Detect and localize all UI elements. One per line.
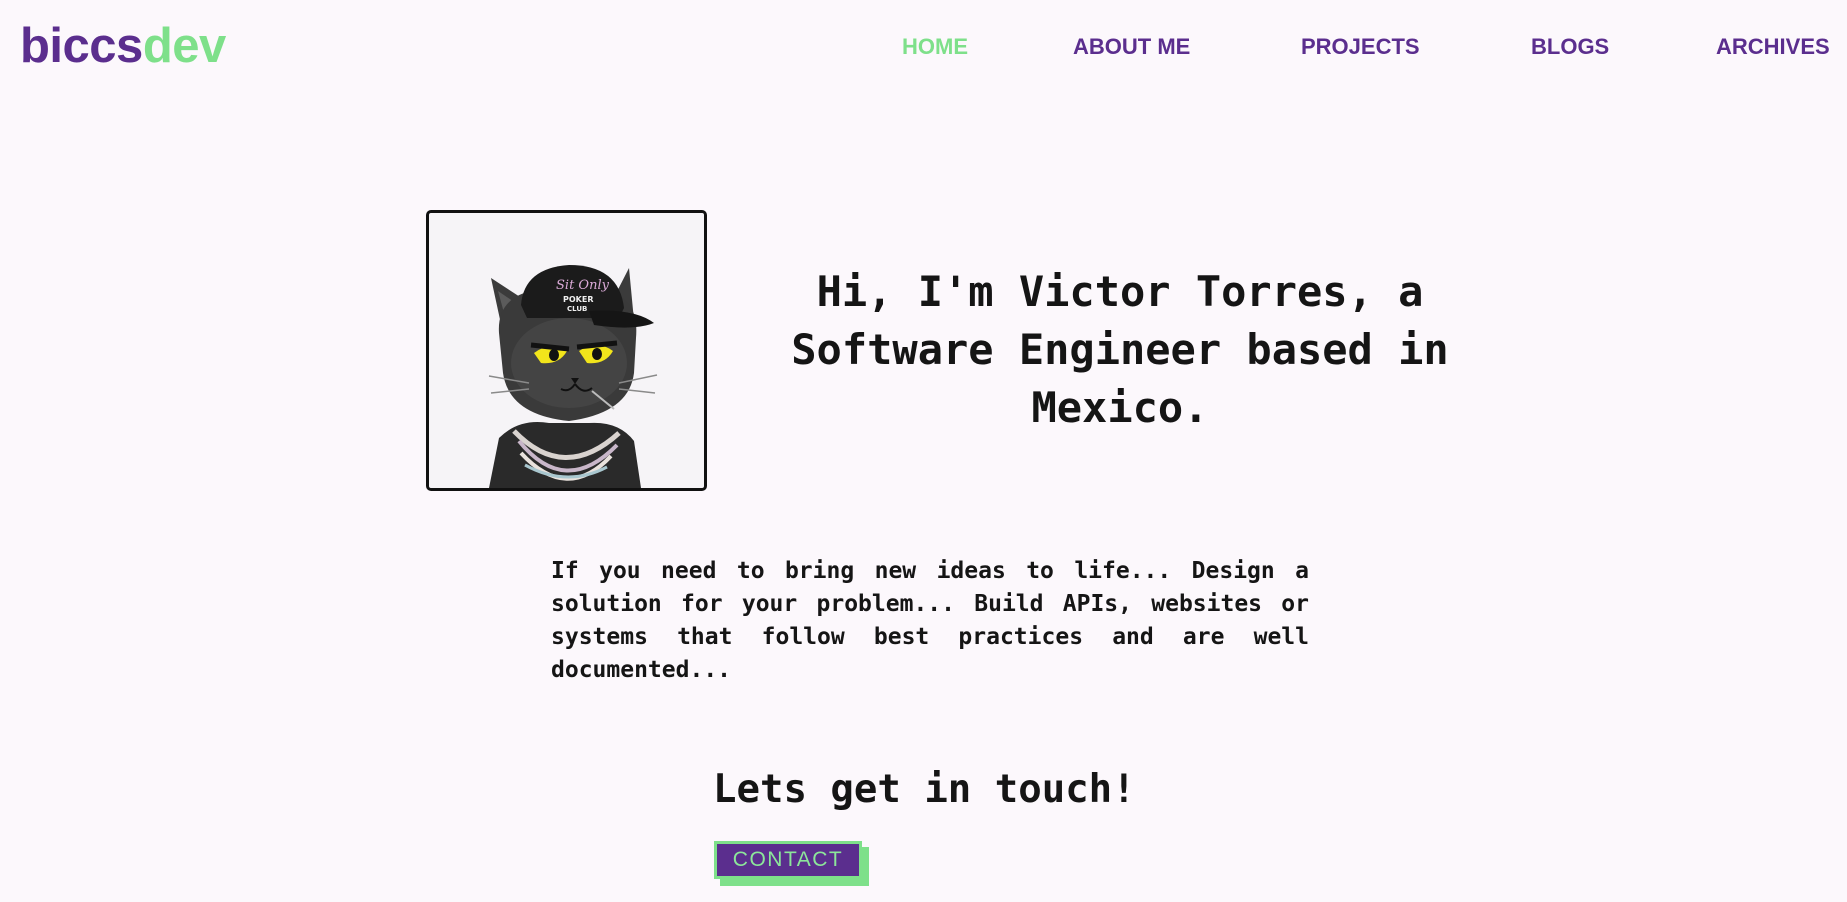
- nav-item-projects[interactable]: PROJECTS: [1301, 33, 1420, 61]
- nav-item-archives[interactable]: ARCHIVES: [1716, 33, 1830, 61]
- logo-part-primary: biccs: [20, 19, 143, 73]
- cta-heading: Lets get in touch!: [713, 767, 1136, 812]
- nav-item-blogs[interactable]: BLOGS: [1531, 33, 1609, 61]
- profile-avatar: Sit Only POKER CLUB: [426, 210, 707, 491]
- page: biccsdev HOME ABOUT ME PROJECTS BLOGS AR…: [0, 0, 1847, 902]
- svg-text:POKER: POKER: [563, 295, 594, 304]
- nav-item-about-me[interactable]: ABOUT ME: [1073, 33, 1190, 61]
- intro-paragraph: If you need to bring new ideas to life..…: [551, 558, 1309, 683]
- contact-button-wrapper: CONTACT: [714, 841, 869, 886]
- svg-text:CLUB: CLUB: [567, 305, 587, 313]
- svg-text:Sit Only: Sit Only: [556, 278, 610, 293]
- contact-button[interactable]: CONTACT: [714, 841, 862, 879]
- logo-part-accent: dev: [142, 19, 226, 73]
- site-logo[interactable]: biccsdev: [20, 17, 226, 75]
- cat-avatar-icon: Sit Only POKER CLUB: [488, 265, 658, 488]
- hero-title: Hi, I'm Victor Torres, a Software Engine…: [791, 267, 1449, 432]
- nav-item-home[interactable]: HOME: [902, 33, 968, 61]
